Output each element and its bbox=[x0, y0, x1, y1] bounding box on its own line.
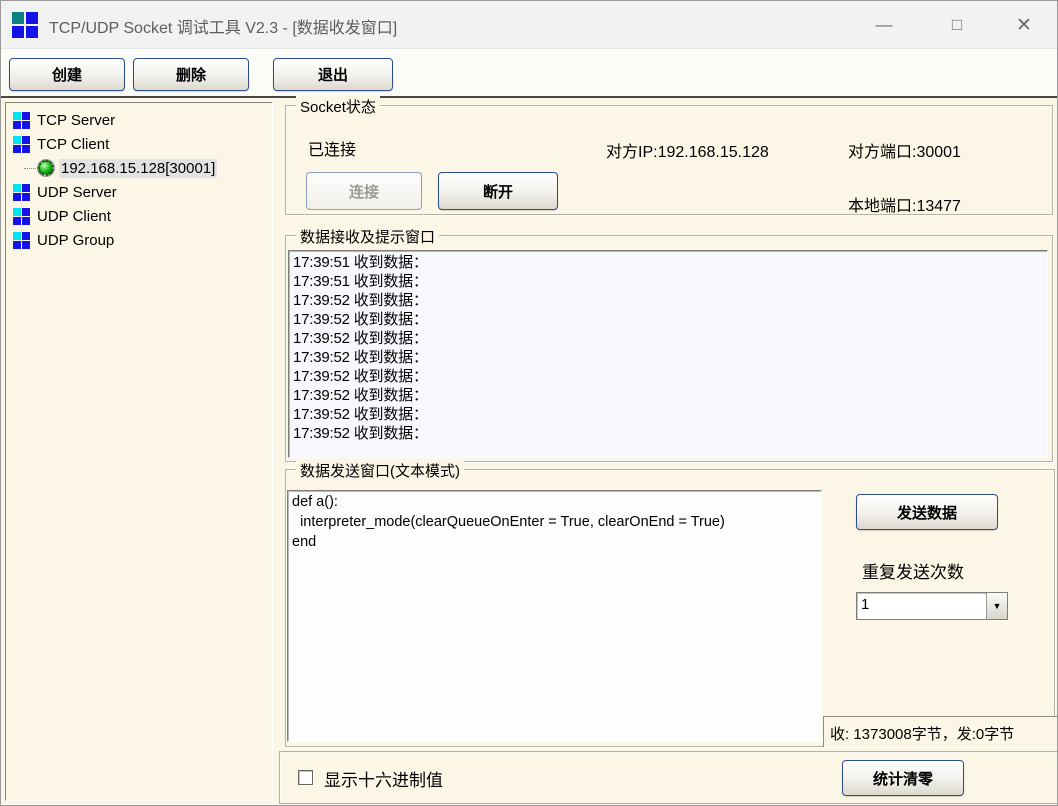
receive-line: 17:39:52 收到数据： bbox=[293, 329, 1043, 348]
socket-type-icon bbox=[13, 208, 30, 225]
connected-socket-icon bbox=[38, 160, 54, 176]
receive-line: 17:39:52 收到数据： bbox=[293, 386, 1043, 405]
receive-line: 17:39:51 收到数据： bbox=[293, 253, 1043, 272]
titlebar: TCP/UDP Socket 调试工具 V2.3 - [数据收发窗口] — □ … bbox=[1, 1, 1057, 49]
create-button[interactable]: 创建 bbox=[9, 58, 125, 91]
receive-line: 17:39:52 收到数据： bbox=[293, 310, 1043, 329]
byte-statistics: 收: 1373008字节，发:0字节 bbox=[823, 716, 1058, 747]
exit-button[interactable]: 退出 bbox=[273, 58, 393, 91]
tree-item-connection[interactable]: 192.168.15.128[30001] bbox=[6, 156, 272, 180]
window-title: TCP/UDP Socket 调试工具 V2.3 - [数据收发窗口] bbox=[49, 14, 397, 38]
tree-item-label: UDP Group bbox=[37, 232, 114, 249]
tree-item-udp-client[interactable]: UDP Client bbox=[6, 204, 272, 228]
receive-line: 17:39:52 收到数据： bbox=[293, 367, 1043, 386]
data-panel: Socket状态 已连接 对方IP:192.168.15.128 对方端口:30… bbox=[279, 98, 1058, 806]
clear-statistics-button[interactable]: 统计清零 bbox=[842, 760, 964, 796]
repeat-count-combobox[interactable]: 1 ▼ bbox=[856, 592, 1008, 620]
tree-item-tcp-client[interactable]: TCP Client bbox=[6, 132, 272, 156]
socket-type-icon bbox=[13, 232, 30, 249]
tree-item-udp-server[interactable]: UDP Server bbox=[6, 180, 272, 204]
tree-item-label: TCP Server bbox=[37, 112, 115, 129]
maximize-button[interactable]: □ bbox=[934, 8, 980, 42]
receive-group-label: 数据接收及提示窗口 bbox=[296, 226, 439, 247]
receive-line: 17:39:51 收到数据： bbox=[293, 272, 1043, 291]
connect-button[interactable]: 连接 bbox=[306, 172, 422, 210]
send-text-input[interactable]: def a(): interpreter_mode(clearQueueOnEn… bbox=[287, 490, 822, 742]
hex-display-label: 显示十六进制值 bbox=[324, 766, 443, 791]
connection-state: 已连接 bbox=[308, 136, 356, 160]
socket-tree: TCP Server TCP Client 192.168.15.128[300… bbox=[5, 102, 273, 801]
receive-log[interactable]: 17:39:51 收到数据： 17:39:51 收到数据： 17:39:52 收… bbox=[288, 250, 1048, 458]
socket-status-group-label: Socket状态 bbox=[296, 96, 380, 117]
toolbar: 创建 删除 退出 bbox=[1, 49, 1057, 96]
repeat-count-value[interactable]: 1 bbox=[857, 593, 986, 619]
tree-item-label: TCP Client bbox=[37, 136, 109, 153]
send-group-label: 数据发送窗口(文本模式) bbox=[296, 460, 464, 481]
hex-display-checkbox[interactable] bbox=[298, 770, 313, 785]
disconnect-button[interactable]: 断开 bbox=[438, 172, 558, 210]
socket-type-icon bbox=[13, 136, 30, 153]
local-port: 本地端口:13477 bbox=[848, 192, 961, 216]
send-data-button[interactable]: 发送数据 bbox=[856, 494, 998, 530]
bottom-bar: 显示十六进制值 统计清零 bbox=[279, 751, 1058, 804]
socket-type-icon bbox=[13, 184, 30, 201]
dropdown-arrow-icon[interactable]: ▼ bbox=[986, 593, 1007, 619]
tree-item-label: UDP Server bbox=[37, 184, 117, 201]
tree-connector bbox=[24, 168, 36, 169]
app-window: TCP/UDP Socket 调试工具 V2.3 - [数据收发窗口] — □ … bbox=[0, 0, 1058, 806]
tree-item-tcp-server[interactable]: TCP Server bbox=[6, 108, 272, 132]
peer-ip: 对方IP:192.168.15.128 bbox=[606, 138, 769, 162]
tree-item-udp-group[interactable]: UDP Group bbox=[6, 228, 272, 252]
receive-group: 数据接收及提示窗口 17:39:51 收到数据： 17:39:51 收到数据： … bbox=[285, 235, 1053, 462]
delete-button[interactable]: 删除 bbox=[133, 58, 249, 91]
minimize-button[interactable]: — bbox=[861, 8, 907, 42]
socket-status-group: Socket状态 已连接 对方IP:192.168.15.128 对方端口:30… bbox=[285, 105, 1053, 215]
close-button[interactable]: ✕ bbox=[1001, 8, 1047, 42]
receive-line: 17:39:52 收到数据： bbox=[293, 424, 1043, 443]
receive-line: 17:39:52 收到数据： bbox=[293, 348, 1043, 367]
peer-port: 对方端口:30001 bbox=[848, 138, 961, 162]
app-icon bbox=[12, 12, 39, 39]
repeat-count-label: 重复发送次数 bbox=[862, 558, 964, 583]
receive-line: 17:39:52 收到数据： bbox=[293, 405, 1043, 424]
socket-type-icon bbox=[13, 112, 30, 129]
tree-item-label: 192.168.15.128[30001] bbox=[59, 159, 217, 178]
send-group: 数据发送窗口(文本模式) def a(): interpreter_mode(c… bbox=[285, 469, 1055, 747]
receive-line: 17:39:52 收到数据： bbox=[293, 291, 1043, 310]
tree-item-label: UDP Client bbox=[37, 208, 111, 225]
